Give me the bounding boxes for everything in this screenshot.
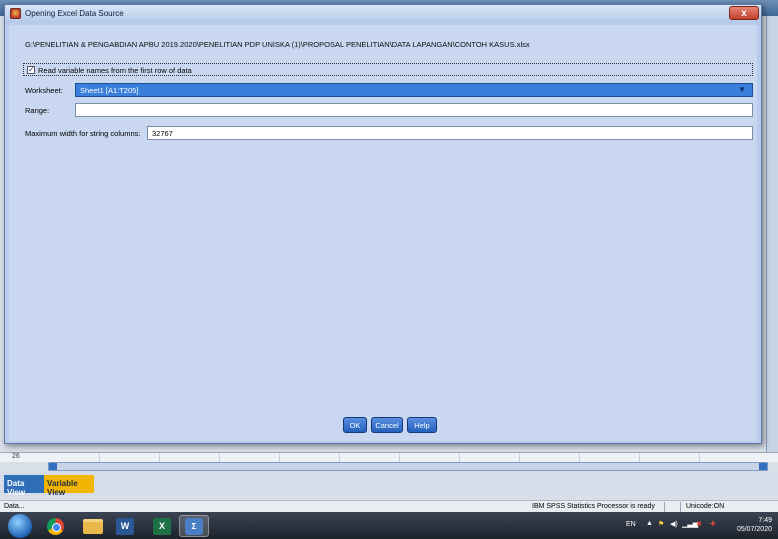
clock-date: 05/07/2020 <box>736 526 772 533</box>
windows-start-icon[interactable] <box>8 514 32 538</box>
range-label: Range: <box>25 106 50 115</box>
tab-data-view[interactable]: Data View <box>4 475 44 497</box>
dialog-title: Opening Excel Data Source <box>25 9 124 18</box>
status-bar: Data... IBM SPSS Statistics Processor is… <box>0 500 778 512</box>
clock[interactable]: 7:49 05/07/2020 <box>728 516 772 534</box>
status-divider <box>664 502 665 512</box>
chrome-button[interactable] <box>40 515 70 537</box>
clock-time: 7:49 <box>758 517 772 524</box>
worksheet-select[interactable]: Sheet1 [A1:T205] ▼ <box>75 83 753 97</box>
file-path: G:\PENELITIAN & PENGABDIAN APBU 2019.202… <box>25 40 530 49</box>
tray-expand-icon[interactable]: ▲ <box>646 520 653 527</box>
checkbox-check-icon[interactable]: ✓ <box>27 66 35 74</box>
taskbar: W X Σ EN ▲ ⚑ ◀) ▁▃▅ ✖ ✚ 7:49 05/07/2020 <box>0 512 778 539</box>
unicode-status: Unicode:ON <box>686 503 725 510</box>
row-number: 26 <box>12 453 20 460</box>
worksheet-value: Sheet1 [A1:T205] <box>80 86 139 95</box>
vertical-scrollbar[interactable] <box>766 16 778 462</box>
network-icon[interactable]: ✚ <box>710 520 716 528</box>
folder-icon <box>83 518 103 534</box>
system-tray: EN ▲ ⚑ ◀) ▁▃▅ ✖ ✚ 7:49 05/07/2020 <box>626 516 774 536</box>
data-grid-row: 26 <box>0 452 778 463</box>
close-icon[interactable]: x <box>729 6 759 20</box>
dialog-body: G:\PENELITIAN & PENGABDIAN APBU 2019.202… <box>9 25 757 441</box>
tab-variable-view[interactable]: Variable View <box>44 475 94 497</box>
processor-status: IBM SPSS Statistics Processor is ready <box>532 503 655 510</box>
status-text: Data... <box>4 503 25 510</box>
opening-excel-data-source-dialog: Opening Excel Data Source x G:\PENELITIA… <box>4 4 762 444</box>
language-indicator[interactable]: EN <box>626 521 636 528</box>
excel-icon: X <box>153 517 171 535</box>
dialog-titlebar[interactable]: Opening Excel Data Source x <box>5 5 761 23</box>
word-button[interactable]: W <box>110 515 140 537</box>
chevron-down-icon[interactable]: ▼ <box>738 85 746 94</box>
alert-icon[interactable]: ✖ <box>696 520 702 528</box>
chrome-icon <box>46 517 64 535</box>
cancel-button[interactable]: Cancel <box>371 417 403 433</box>
scroll-right-button[interactable] <box>759 463 767 470</box>
read-names-option[interactable]: ✓ Read variable names from the first row… <box>23 63 753 76</box>
word-icon: W <box>116 517 134 535</box>
range-input[interactable] <box>75 103 753 117</box>
worksheet-label: Worksheet: <box>25 86 63 95</box>
spss-icon: Σ <box>185 517 203 535</box>
file-explorer-button[interactable] <box>78 515 108 537</box>
horizontal-scrollbar[interactable] <box>48 462 768 471</box>
volume-icon[interactable]: ◀) <box>670 520 678 528</box>
max-width-input[interactable]: 32767 <box>147 126 753 140</box>
read-names-label[interactable]: Read variable names from the first row o… <box>38 66 192 75</box>
excel-button[interactable]: X <box>147 515 177 537</box>
status-divider <box>680 502 681 512</box>
scroll-left-button[interactable] <box>49 463 57 470</box>
flag-icon[interactable]: ⚑ <box>658 520 664 528</box>
view-tabs: Data View Variable View <box>0 472 778 497</box>
max-width-label: Maximum width for string columns: <box>25 129 141 138</box>
ok-button[interactable]: OK <box>343 417 367 433</box>
spss-button[interactable]: Σ <box>179 515 209 537</box>
spss-app-icon <box>10 8 21 19</box>
help-button[interactable]: Help <box>407 417 437 433</box>
